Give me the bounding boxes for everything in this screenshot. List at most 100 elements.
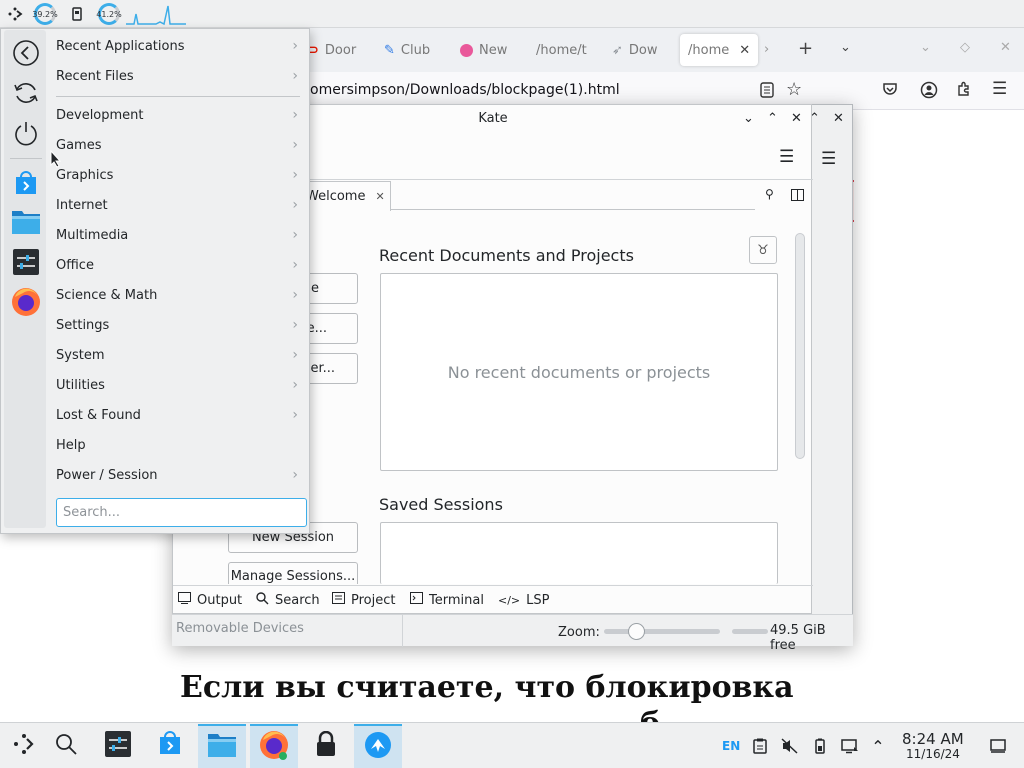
chevron-right-icon: › <box>292 197 298 213</box>
menu-item-settings[interactable]: Settings › <box>50 311 306 339</box>
taskbar-dolphin[interactable] <box>198 724 246 768</box>
manage-sessions-button[interactable]: Manage Sessions... <box>228 562 358 584</box>
chevron-right-icon: › <box>292 317 298 333</box>
account-icon[interactable] <box>920 81 938 99</box>
extensions-icon[interactable] <box>956 81 972 97</box>
taskbar-launcher-button[interactable] <box>0 724 48 768</box>
browser-tab[interactable]: New <box>452 34 526 66</box>
launcher-search-input[interactable] <box>56 498 307 527</box>
zoom-slider[interactable] <box>604 629 720 634</box>
menu-item-label: Graphics <box>56 167 114 183</box>
kate-icon <box>364 731 392 763</box>
minimize-icon[interactable]: ⌄ <box>920 40 931 55</box>
clipboard-icon[interactable] <box>750 736 770 756</box>
hamburger-menu-icon[interactable]: ☰ <box>779 147 794 167</box>
refresh-icon[interactable] <box>10 77 42 109</box>
memory-gauge[interactable]: 41.2% <box>96 3 122 25</box>
clear-list-icon[interactable]: ♉ <box>749 236 777 264</box>
split-view-icon[interactable] <box>791 189 804 201</box>
system-settings-icon[interactable] <box>10 246 42 278</box>
pocket-icon[interactable] <box>882 82 898 96</box>
power-icon[interactable] <box>10 117 42 149</box>
search-tool-button[interactable]: Search <box>256 590 320 610</box>
browser-tab-active[interactable]: /home ✕ <box>680 34 758 66</box>
taskbar-kate[interactable] <box>354 724 402 768</box>
launcher-small-icon[interactable] <box>6 5 24 23</box>
taskbar-search-button[interactable] <box>42 724 90 768</box>
close-window-icon[interactable]: ✕ <box>833 111 844 126</box>
tab-welcome[interactable]: Welcome ✕ <box>299 181 391 211</box>
menu-item-lost-found[interactable]: Lost & Found › <box>50 401 306 429</box>
menu-item-label: Games <box>56 137 102 153</box>
minimize-icon[interactable]: ⌄ <box>743 111 754 126</box>
clock-time[interactable]: 8:24 AM <box>902 730 964 748</box>
terminal-tool-button[interactable]: Terminal <box>410 590 484 610</box>
volume-muted-icon[interactable] <box>780 736 800 756</box>
maximize-icon[interactable]: ⌃ <box>767 111 778 126</box>
tab-overflow-icon[interactable]: › <box>764 42 769 57</box>
reader-view-icon[interactable] <box>760 82 774 98</box>
browser-tab[interactable]: /home/t <box>528 34 602 66</box>
close-tab-icon[interactable]: ✕ <box>739 43 750 58</box>
recent-documents-list[interactable]: No recent documents or projects <box>380 273 778 471</box>
close-tab-icon[interactable]: ✕ <box>375 190 384 203</box>
browser-tab-label: Door <box>324 42 357 58</box>
battery-icon[interactable] <box>810 736 830 756</box>
taskbar-system-settings[interactable] <box>94 724 142 768</box>
memory-gauge-label: 41.2% <box>96 9 122 19</box>
lock-icon <box>314 730 338 761</box>
network-graph <box>126 5 186 26</box>
lsp-tool-button[interactable]: </> LSP <box>498 590 549 610</box>
discover-icon[interactable] <box>10 168 42 200</box>
menu-item-science-math[interactable]: Science & Math › <box>50 281 306 309</box>
maximize-icon[interactable]: ◇ <box>960 40 970 55</box>
pin-icon[interactable]: ⚲ <box>765 187 774 201</box>
new-tab-button[interactable]: + <box>798 38 813 59</box>
browser-tab[interactable]: ⊃ Door <box>300 34 372 66</box>
menu-item-recent-files[interactable]: Recent Files › <box>50 62 306 90</box>
cpu-gauge[interactable]: 39.2% <box>32 3 58 25</box>
taskbar-discover[interactable] <box>146 724 194 768</box>
app-menu-icon[interactable]: ☰ <box>992 79 1007 99</box>
project-tool-button[interactable]: Project <box>332 590 395 610</box>
close-window-icon[interactable]: ✕ <box>1000 40 1011 55</box>
list-tabs-icon[interactable]: ⌄ <box>840 40 851 55</box>
browser-tab-label: New <box>479 42 508 58</box>
browser-tab[interactable]: ➶ Dow <box>604 34 678 66</box>
menu-item-development[interactable]: Development › <box>50 101 306 129</box>
recent-empty-label: No recent documents or projects <box>447 362 711 382</box>
url-bar-text[interactable]: omersimpson/Downloads/blockpage(1).html <box>310 82 620 98</box>
chevron-right-icon: › <box>292 407 298 423</box>
menu-item-recent-applications[interactable]: Recent Applications › <box>50 32 306 60</box>
output-tool-button[interactable]: Output <box>178 590 242 610</box>
zoom-slider-handle[interactable] <box>628 623 645 640</box>
show-desktop-icon[interactable] <box>988 736 1008 756</box>
keyboard-layout-indicator[interactable]: EN <box>722 739 740 753</box>
menu-item-games[interactable]: Games › <box>50 131 306 159</box>
dolphin-icon[interactable] <box>10 206 42 238</box>
menu-item-label: Science & Math <box>56 287 158 303</box>
menu-item-power-session[interactable]: Power / Session › <box>50 461 306 489</box>
menu-item-utilities[interactable]: Utilities › <box>50 371 306 399</box>
back-icon[interactable] <box>10 37 42 69</box>
saved-sessions-list[interactable] <box>380 522 778 584</box>
menu-item-internet[interactable]: Internet › <box>50 191 306 219</box>
firefox-icon[interactable] <box>10 286 42 318</box>
browser-tab[interactable]: ✎ Club <box>376 34 452 66</box>
page-heading: Если вы считаете, что блокировка <box>180 670 794 705</box>
tray-expand-icon[interactable]: ⌃ <box>868 736 888 756</box>
menu-item-system[interactable]: System › <box>50 341 306 369</box>
taskbar-firefox[interactable] <box>250 724 298 768</box>
close-window-icon[interactable]: ✕ <box>791 111 802 126</box>
removable-devices-label[interactable]: Removable Devices <box>176 621 304 636</box>
menu-item-office[interactable]: Office › <box>50 251 306 279</box>
menu-item-graphics[interactable]: Graphics › <box>50 161 306 189</box>
menu-item-multimedia[interactable]: Multimedia › <box>50 221 306 249</box>
network-icon[interactable] <box>840 736 860 756</box>
scrollbar[interactable] <box>795 233 805 459</box>
menu-item-help[interactable]: Help <box>50 431 306 459</box>
clock-date[interactable]: 11/16/24 <box>906 747 960 761</box>
bookmark-star-icon[interactable]: ☆ <box>786 79 802 100</box>
hamburger-menu-icon[interactable]: ☰ <box>821 149 836 169</box>
taskbar-lock[interactable] <box>302 724 350 768</box>
